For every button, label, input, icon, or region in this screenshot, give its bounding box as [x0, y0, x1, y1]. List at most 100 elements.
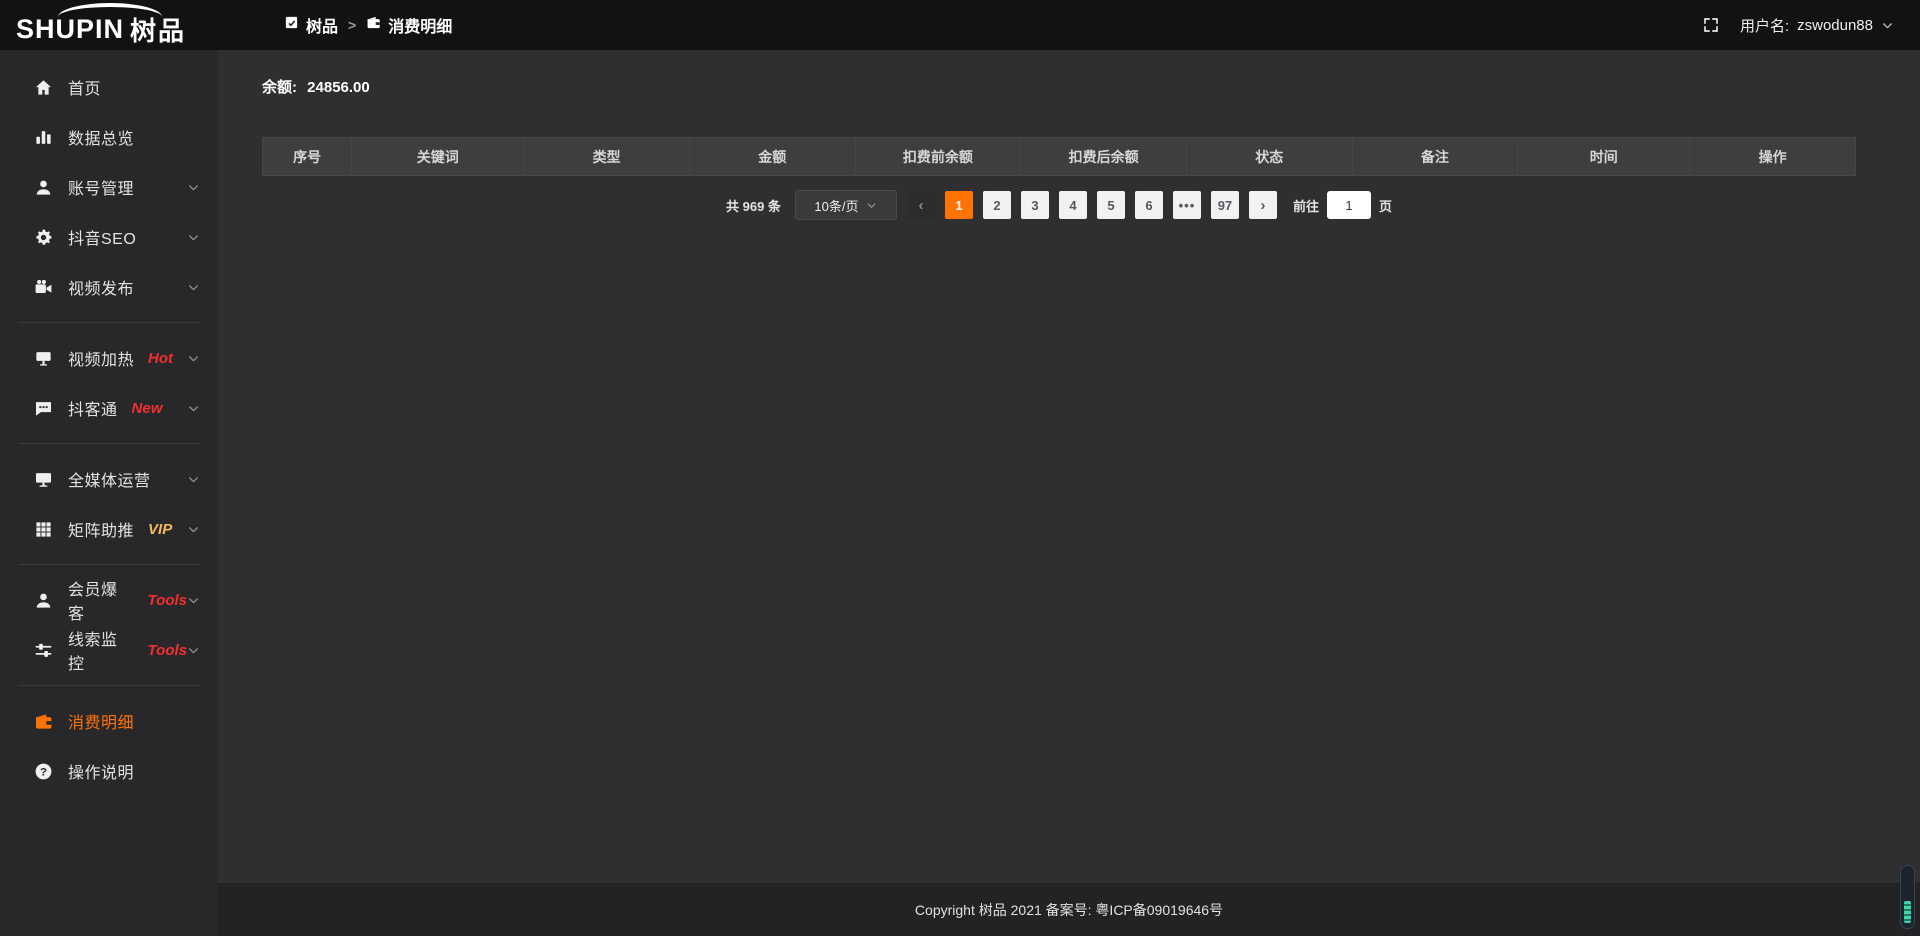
- sidebar-menu: 首页数据总览账号管理抖音SEO视频发布视频加热Hot抖客通New 全媒体运营矩阵助…: [0, 62, 218, 796]
- sidebar-item-label: 全媒体运营: [68, 467, 151, 491]
- main-content: 余额: 24856.00 序号关键词类型金额扣费前余额扣费后余额状态备注时间操作…: [218, 50, 1920, 883]
- sidebar-item-首页[interactable]: 首页: [0, 62, 218, 112]
- sidebar-divider: [18, 322, 200, 323]
- sidebar-item-账号管理[interactable]: 账号管理: [0, 162, 218, 212]
- page-buttons: 123456 ••• 97: [945, 191, 1239, 219]
- prev-page-button[interactable]: ‹: [907, 191, 935, 219]
- username-label: 用户名:: [1740, 15, 1789, 36]
- chat-icon: [34, 399, 53, 418]
- sidebar-item-会员爆客[interactable]: 会员爆客 Tools: [0, 575, 218, 625]
- widget-stripes-decoration: [1904, 901, 1911, 923]
- chevron-down-icon: [187, 181, 200, 194]
- sidebar-item-label: 账号管理: [68, 175, 134, 199]
- fullscreen-icon[interactable]: [1702, 16, 1720, 34]
- page-button-97[interactable]: 97: [1211, 191, 1239, 219]
- sidebar-item-数据总览[interactable]: 数据总览: [0, 112, 218, 162]
- user-menu[interactable]: 用户名: zswodun88: [1740, 15, 1894, 36]
- column-header-类型: 类型: [524, 138, 690, 176]
- page-button-2[interactable]: 2: [983, 191, 1011, 219]
- sidebar-item-label: 线索监控: [68, 626, 134, 674]
- sidebar-item-视频加热[interactable]: 视频加热Hot: [0, 333, 218, 383]
- home-icon: [34, 78, 53, 97]
- sidebar-item-线索监控[interactable]: 线索监控Tools: [0, 625, 218, 675]
- sidebar-divider: [18, 443, 200, 444]
- bar-chart-icon: [34, 128, 53, 147]
- logo-arc-decoration: [58, 3, 162, 17]
- page-ellipsis-button[interactable]: •••: [1173, 191, 1201, 219]
- column-header-关键词: 关键词: [352, 138, 524, 176]
- username-value: zswodun88: [1797, 17, 1873, 34]
- balance-display: 余额: 24856.00: [262, 76, 1856, 97]
- column-header-金额: 金额: [689, 138, 855, 176]
- topbar-right: 用户名: zswodun88: [1702, 15, 1920, 36]
- balance-label: 余额:: [262, 79, 297, 96]
- balance-value: 24856.00: [307, 79, 370, 96]
- sidebar-item-label: 消费明细: [68, 709, 134, 733]
- goto-page-input[interactable]: [1327, 191, 1371, 219]
- breadcrumb-item[interactable]: 树品: [284, 13, 338, 37]
- next-page-button[interactable]: ›: [1249, 191, 1277, 219]
- chevron-down-icon: [187, 402, 200, 415]
- sidebar: 首页数据总览账号管理抖音SEO视频发布视频加热Hot抖客通New 全媒体运营矩阵助…: [0, 50, 218, 936]
- breadcrumb-separator: >: [348, 17, 356, 33]
- sidebar-item-操作说明[interactable]: ? 操作说明: [0, 746, 218, 796]
- sidebar-divider: [18, 685, 200, 686]
- sidebar-item-badge: Tools: [148, 592, 187, 609]
- sidebar-item-badge: Hot: [148, 350, 173, 367]
- page-button-6[interactable]: 6: [1135, 191, 1163, 219]
- sidebar-item-label: 数据总览: [68, 125, 134, 149]
- copyright-text: Copyright 树品 2021 备案号: 粤ICP备09019646号: [915, 900, 1223, 920]
- top-bar: SHUPIN 树品 树品 > 消费明细 用户名: zswodun88: [0, 0, 1920, 50]
- column-header-状态: 状态: [1186, 138, 1352, 176]
- goto-suffix: 页: [1379, 196, 1392, 215]
- chevron-down-icon: [187, 644, 200, 657]
- sidebar-item-抖音SEO[interactable]: 抖音SEO: [0, 212, 218, 262]
- consumption-table: 序号关键词类型金额扣费前余额扣费后余额状态备注时间操作: [262, 137, 1856, 176]
- user-icon: [34, 178, 53, 197]
- sidebar-item-badge: New: [132, 400, 163, 417]
- sidebar-item-抖客通[interactable]: 抖客通New: [0, 383, 218, 433]
- chevron-down-icon: [187, 231, 200, 244]
- table-header-row: 序号关键词类型金额扣费前余额扣费后余额状态备注时间操作: [263, 138, 1856, 176]
- chevron-down-icon: [187, 473, 200, 486]
- sidebar-item-消费明细[interactable]: 消费明细: [0, 696, 218, 746]
- grid-icon: [34, 520, 53, 539]
- chevron-down-icon: [187, 281, 200, 294]
- breadcrumb: 树品 > 消费明细: [284, 13, 452, 37]
- sidebar-item-label: 首页: [68, 75, 101, 99]
- breadcrumb-item[interactable]: 消费明细: [366, 13, 452, 37]
- wallet-icon: [34, 712, 53, 731]
- panel-icon: [284, 15, 299, 35]
- column-header-扣费后余额: 扣费后余额: [1021, 138, 1187, 176]
- breadcrumb-label: 树品: [306, 13, 338, 37]
- goto-label: 前往: [1293, 196, 1319, 215]
- column-header-扣费前余额: 扣费前余额: [855, 138, 1021, 176]
- sidebar-item-视频发布[interactable]: 视频发布: [0, 262, 218, 312]
- column-header-时间: 时间: [1518, 138, 1690, 176]
- sidebar-item-label: 操作说明: [68, 759, 134, 783]
- footer: Copyright 树品 2021 备案号: 粤ICP备09019646号: [218, 883, 1920, 936]
- video-camera-icon: [34, 278, 53, 297]
- sidebar-item-全媒体运营[interactable]: 全媒体运营: [0, 454, 218, 504]
- sidebar-item-badge: VIP: [148, 521, 172, 538]
- page-size-select[interactable]: 10条/页: [795, 190, 897, 220]
- user-icon: [34, 591, 53, 610]
- sidebar-item-矩阵助推[interactable]: 矩阵助推VIP: [0, 504, 218, 554]
- page-button-5[interactable]: 5: [1097, 191, 1125, 219]
- page-button-1[interactable]: 1: [945, 191, 973, 219]
- page-size-value: 10条/页: [814, 196, 858, 215]
- goto-page: 前往 页: [1293, 191, 1392, 219]
- chevron-down-icon: [866, 200, 877, 211]
- chevron-down-icon: [187, 523, 200, 536]
- sliders-icon: [34, 641, 53, 660]
- pagination-total: 共 969 条: [726, 196, 781, 215]
- question-circle-icon: ?: [34, 762, 53, 781]
- page-button-4[interactable]: 4: [1059, 191, 1087, 219]
- chevron-down-icon: [1881, 19, 1894, 32]
- monitor-icon: [34, 470, 53, 489]
- page-button-3[interactable]: 3: [1021, 191, 1049, 219]
- floating-service-widget[interactable]: [1900, 865, 1915, 929]
- logo-text-en: SHUPIN: [16, 14, 124, 45]
- sidebar-item-label: 会员爆客: [68, 576, 134, 624]
- chevron-down-icon: [187, 594, 200, 607]
